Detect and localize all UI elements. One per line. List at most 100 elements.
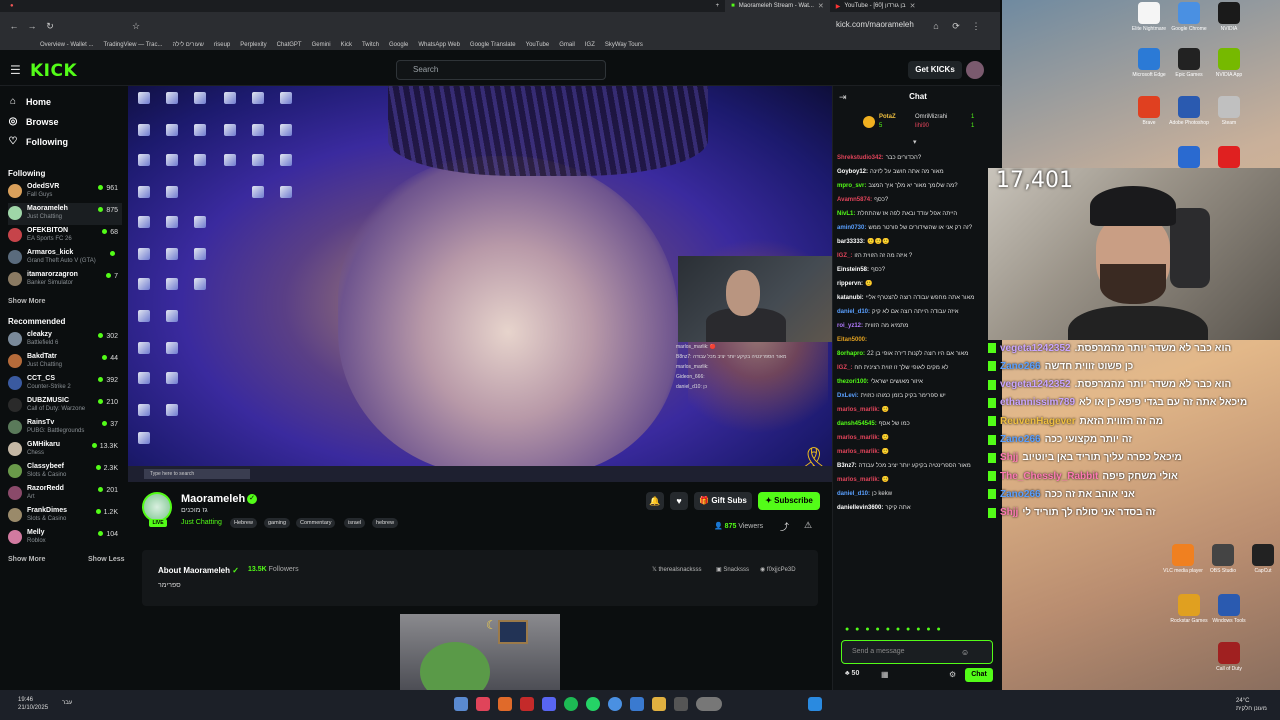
desktop-app-icon[interactable] xyxy=(1218,146,1240,168)
gift-icon[interactable]: ▦ xyxy=(881,670,889,679)
chat-username[interactable]: Einstein58: xyxy=(837,267,869,273)
reload-icon[interactable]: ↻ xyxy=(44,20,56,32)
windows-start-icon[interactable] xyxy=(808,697,822,711)
chat-username[interactable]: IGZ_: xyxy=(837,253,852,259)
get-kicks-button[interactable]: Get KICKs xyxy=(908,61,962,79)
desktop-app-icon[interactable] xyxy=(1218,594,1240,616)
sidebar-channel[interactable]: GMHikaru Chess 13.3K xyxy=(8,439,122,461)
show-less-button[interactable]: Show Less xyxy=(88,556,125,563)
sidebar-channel[interactable]: CCT_CS Counter-Strike 2 392 xyxy=(8,373,122,395)
show-more-following[interactable]: Show More xyxy=(8,298,45,305)
refresh-icon[interactable]: ⟳ xyxy=(950,20,962,32)
desktop-app-icon[interactable] xyxy=(1218,642,1240,664)
leaderboard-user[interactable]: PotaZ xyxy=(879,114,896,120)
chat-username[interactable]: rippervn: xyxy=(837,281,863,287)
chat-username[interactable]: daniel_d10: xyxy=(837,309,870,315)
sidebar-channel[interactable]: Armaros_kick Grand Theft Auto V (GTA) xyxy=(8,247,122,269)
sidebar-channel[interactable]: OFEKBITON EA Sports FC 26 68 xyxy=(8,225,122,247)
chat-username[interactable]: thezori100: xyxy=(837,379,869,385)
follow-heart-button[interactable]: ♥ xyxy=(670,492,688,510)
stream-category[interactable]: Just Chatting xyxy=(181,519,222,526)
expand-leaderboard-icon[interactable]: ▾ xyxy=(913,138,917,146)
taskbar-app-icon[interactable] xyxy=(520,697,534,711)
home-icon[interactable]: ⌂ xyxy=(930,20,942,32)
desktop-app-icon[interactable] xyxy=(1178,2,1200,24)
social-discord-link[interactable]: ◉ f0xjjcPe3D xyxy=(760,566,796,573)
taskbar-app-icon[interactable] xyxy=(454,697,468,711)
chat-username[interactable]: bar33333: xyxy=(837,239,865,245)
menu-dots-icon[interactable]: ⋮ xyxy=(970,20,982,32)
bookmark[interactable]: WhatsApp Web xyxy=(418,42,460,48)
chat-username[interactable]: marlos_marlik: xyxy=(837,477,880,483)
gift-subs-button[interactable]: 🎁 Gift Subs xyxy=(694,492,752,510)
sidebar-channel[interactable]: FrankDimes Slots & Casino 1.2K xyxy=(8,505,122,527)
show-more-recommended[interactable]: Show More xyxy=(8,556,45,563)
desktop-app-icon[interactable] xyxy=(1138,2,1160,24)
chat-username[interactable]: daniel_d10: xyxy=(837,491,870,497)
sidebar-channel[interactable]: Classybeef Slots & Casino 2.3K xyxy=(8,461,122,483)
sidebar-channel[interactable]: Maorameleh Just Chatting 875 xyxy=(8,203,122,225)
taskbar-search-icon[interactable] xyxy=(696,697,722,711)
tab-youtube[interactable]: ▶ YouTube - [60] בן גורדון ✕ xyxy=(830,0,922,12)
bookmark[interactable]: Twitch xyxy=(362,42,379,48)
taskbar-app-icon[interactable] xyxy=(498,697,512,711)
language-indicator[interactable]: עבר xyxy=(62,700,72,706)
bookmark-star-icon[interactable]: ☆ xyxy=(130,20,142,32)
tag-chip[interactable]: israel xyxy=(344,518,366,528)
chat-username[interactable]: Goyboy12: xyxy=(837,169,868,175)
emote-picker-icon[interactable]: ☺ xyxy=(961,648,969,657)
taskbar-app-icon[interactable] xyxy=(630,697,644,711)
tab-close-icon[interactable]: ✕ xyxy=(818,2,824,10)
streamer-avatar[interactable] xyxy=(142,492,172,522)
forward-icon[interactable]: → xyxy=(26,20,38,32)
leaderboard-user[interactable]: lihi90 xyxy=(915,123,929,129)
kick-logo[interactable]: KICK xyxy=(30,61,77,81)
share-icon[interactable]: ⤴ xyxy=(780,520,789,533)
weather-widget[interactable]: 24°C מעונן חלקית xyxy=(1236,697,1267,713)
tag-chip[interactable]: hebrew xyxy=(372,518,399,528)
chat-username[interactable]: DxLevi: xyxy=(837,393,859,399)
window-close-icon[interactable]: ● xyxy=(10,3,14,9)
sidebar-channel[interactable]: RazorRedd Art 201 xyxy=(8,483,122,505)
window-controls[interactable]: ● xyxy=(4,0,20,12)
desktop-app-icon[interactable] xyxy=(1218,2,1240,24)
chat-username[interactable]: Shrekstudio342: xyxy=(837,155,884,161)
settings-icon[interactable]: ⚙ xyxy=(949,670,956,679)
chat-username[interactable]: B3nz7: xyxy=(837,463,857,469)
report-icon[interactable]: ⚠ xyxy=(804,520,812,531)
hamburger-menu-icon[interactable]: ☰ xyxy=(10,63,21,77)
chat-username[interactable]: marlos_marlik: xyxy=(837,449,880,455)
bookmark[interactable]: YouTube xyxy=(526,42,550,48)
desktop-app-icon[interactable] xyxy=(1212,544,1234,566)
sidebar-channel[interactable]: RainsTv PUBG: Battlegrounds 37 xyxy=(8,417,122,439)
desktop-app-icon[interactable] xyxy=(1138,96,1160,118)
chat-username[interactable]: dansh454545: xyxy=(837,421,877,427)
desktop-app-icon[interactable] xyxy=(1172,544,1194,566)
subscribe-button[interactable]: ✦ Subscribe xyxy=(758,492,820,510)
discord-icon[interactable] xyxy=(542,697,556,711)
sidebar-channel[interactable]: cleakzy Battlefield 6 302 xyxy=(8,329,122,351)
chat-username[interactable]: mpro_svr: xyxy=(837,183,866,189)
taskbar-app-icon[interactable] xyxy=(674,697,688,711)
chat-username[interactable]: NivL1: xyxy=(837,211,855,217)
spotify-icon[interactable] xyxy=(564,697,578,711)
chat-username[interactable]: marlos_marlik: xyxy=(837,407,880,413)
bookmark[interactable]: שעורים לילה xyxy=(172,42,203,48)
bookmark[interactable]: riseup xyxy=(214,42,230,48)
chat-username[interactable]: 8orhapro: xyxy=(837,351,865,357)
social-x-link[interactable]: 𝕏 therealsnacksss xyxy=(652,566,702,573)
sidebar-item-home[interactable]: ⌂ Home xyxy=(8,96,51,107)
bookmark[interactable]: IGZ xyxy=(585,42,595,48)
sidebar-item-browse[interactable]: ◎ Browse xyxy=(8,116,59,127)
back-icon[interactable]: ← xyxy=(8,20,20,32)
notification-bell-button[interactable]: 🔔 xyxy=(646,492,664,510)
user-avatar[interactable] xyxy=(966,61,984,79)
tag-chip[interactable]: Commentary xyxy=(296,518,336,528)
desktop-app-icon[interactable] xyxy=(1178,146,1200,168)
url-field[interactable]: kick.com/maorameleh xyxy=(836,20,914,29)
bookmark[interactable]: Perplexity xyxy=(240,42,266,48)
bookmark[interactable]: Google xyxy=(389,42,408,48)
tag-chip[interactable]: gaming xyxy=(264,518,291,528)
bookmark[interactable]: Kick xyxy=(341,42,352,48)
bookmark[interactable]: Gmail xyxy=(559,42,575,48)
